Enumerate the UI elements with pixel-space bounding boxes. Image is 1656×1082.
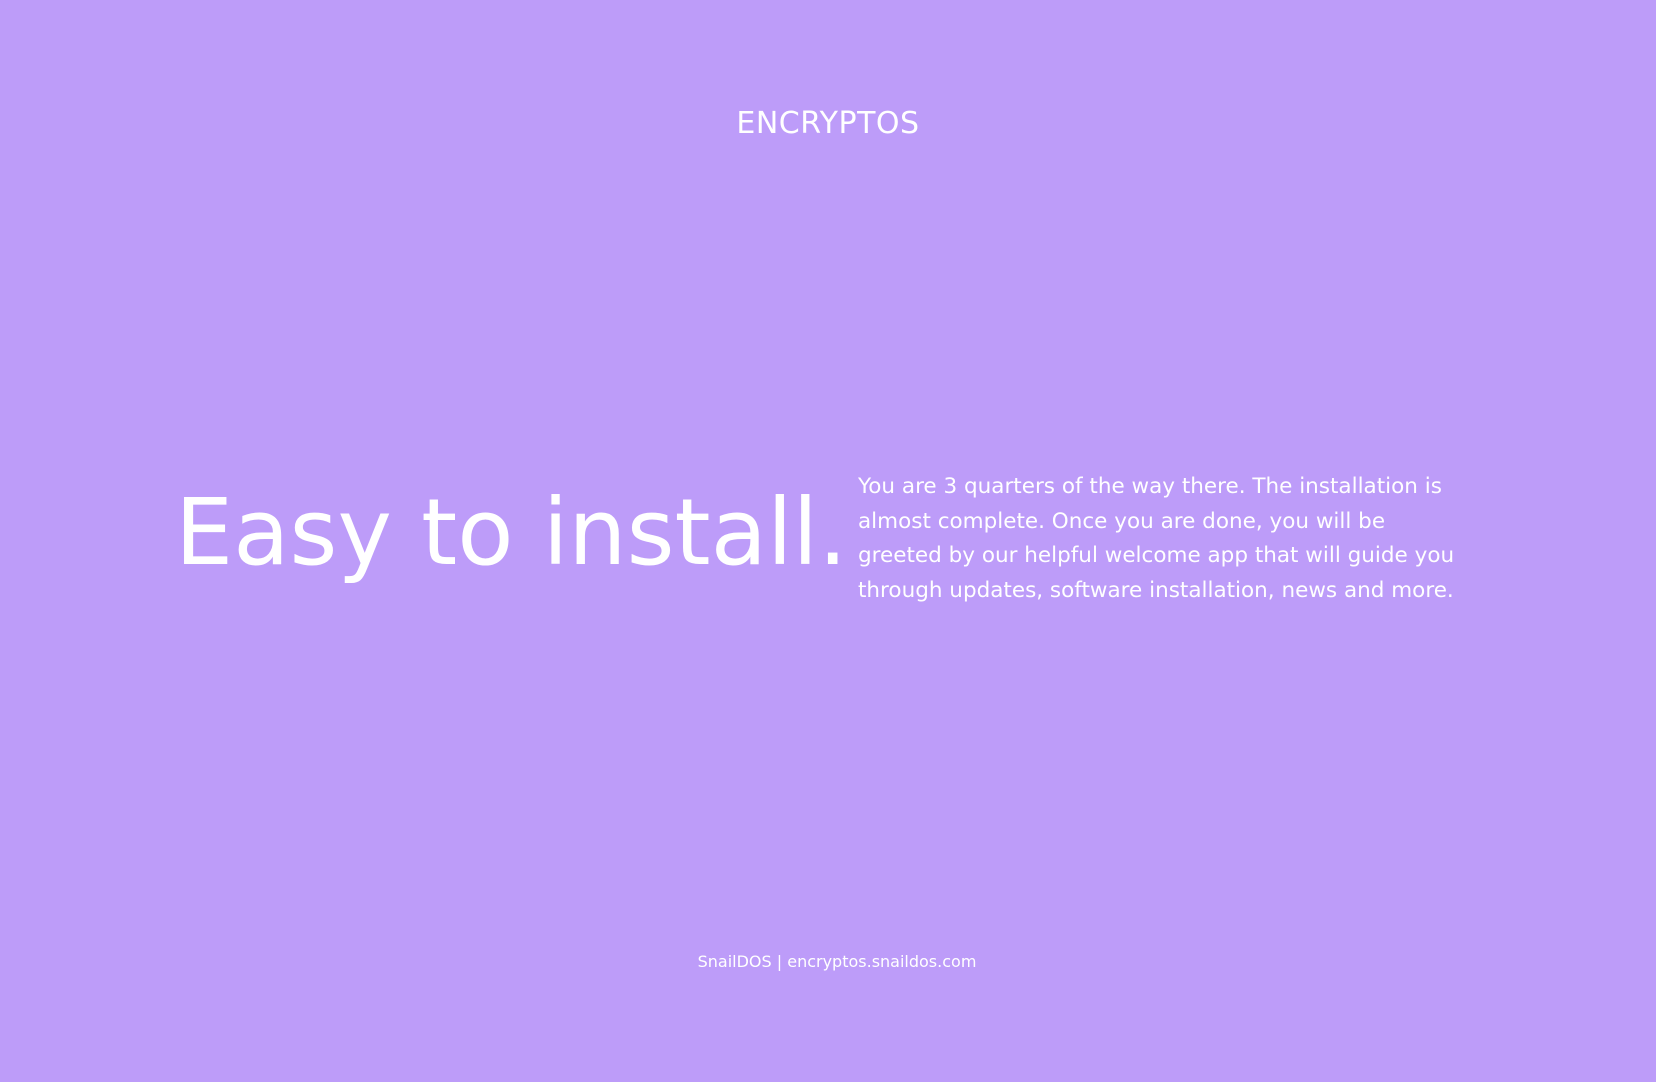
installer-slide: ENCRYPTOS Easy to install. You are 3 qua… <box>0 0 1656 1082</box>
slide-description: You are 3 quarters of the way there. The… <box>858 474 1455 603</box>
brand-title: ENCRYPTOS <box>736 106 920 141</box>
footer-credits: SnailDOS | encryptos.snaildos.com <box>697 952 977 971</box>
slide-headline: Easy to install. <box>175 479 848 586</box>
